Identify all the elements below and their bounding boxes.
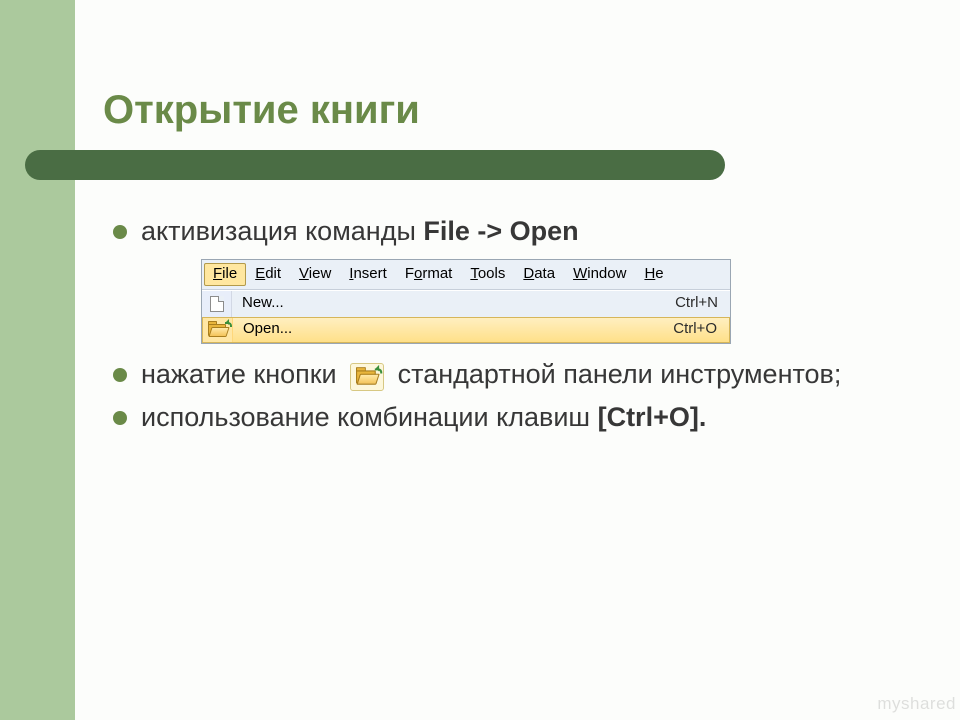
bullet-3-bold: [Ctrl+O]. <box>598 402 707 432</box>
toolbar-open-button[interactable] <box>350 363 384 391</box>
menubar: File Edit View Insert Format Tools Data … <box>202 260 730 290</box>
menu-file[interactable]: File <box>204 263 246 286</box>
menu-view[interactable]: View <box>290 263 340 286</box>
dropdown-label: New... <box>232 294 675 313</box>
accent-bar <box>25 150 725 180</box>
watermark: myshared <box>877 694 960 714</box>
menu-help[interactable]: He <box>635 263 672 286</box>
menu-edit[interactable]: Edit <box>246 263 290 286</box>
dropdown-item-open[interactable]: Open... Ctrl+O <box>202 317 730 343</box>
open-folder-icon <box>203 318 233 342</box>
bullet-2: нажатие кнопки стандартной панели инстру… <box>107 358 927 392</box>
slide-title: Открытие книги <box>103 88 420 133</box>
dropdown-shortcut: Ctrl+N <box>675 294 730 313</box>
menu-insert[interactable]: Insert <box>340 263 396 286</box>
content-area: активизация команды File -> Open File Ed… <box>107 215 927 445</box>
bullet-1-bold: File -> Open <box>423 216 578 246</box>
dropdown-shortcut: Ctrl+O <box>673 320 729 339</box>
menu-data[interactable]: Data <box>514 263 564 286</box>
menubar-screenshot: File Edit View Insert Format Tools Data … <box>201 259 731 344</box>
bullet-3-text: использование комбинации клавиш <box>141 402 598 432</box>
bullet-list: активизация команды File -> Open File Ed… <box>107 215 927 435</box>
file-dropdown: New... Ctrl+N Open... Ctrl+O <box>202 290 730 343</box>
bullet-3: использование комбинации клавиш [Ctrl+O]… <box>107 401 927 435</box>
bullet-1: активизация команды File -> Open File Ed… <box>107 215 927 344</box>
menu-tools[interactable]: Tools <box>461 263 514 286</box>
dropdown-item-new[interactable]: New... Ctrl+N <box>202 291 730 317</box>
dropdown-label: Open... <box>233 320 673 339</box>
new-document-icon <box>202 291 232 317</box>
bullet-1-text: активизация команды <box>141 216 423 246</box>
menu-window[interactable]: Window <box>564 263 635 286</box>
bullet-2-before: нажатие кнопки <box>141 359 344 389</box>
menu-format[interactable]: Format <box>396 263 462 286</box>
bullet-2-after: стандартной панели инструментов; <box>398 359 842 389</box>
open-folder-icon <box>355 368 379 386</box>
slide: Открытие книги активизация команды File … <box>75 0 960 720</box>
